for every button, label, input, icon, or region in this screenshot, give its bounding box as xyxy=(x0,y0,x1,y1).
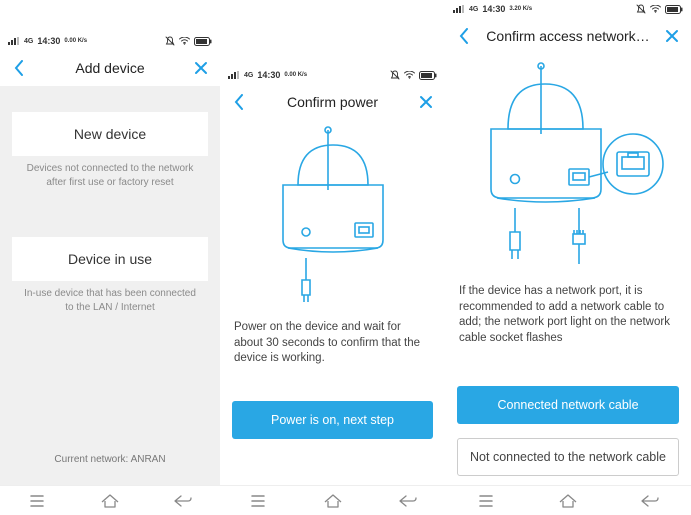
close-button[interactable] xyxy=(417,95,435,109)
title-bar: Confirm access network… xyxy=(445,18,691,54)
status-time: 14:30 xyxy=(482,4,505,14)
status-bar: 4G 14:30 0.00 K/s xyxy=(0,32,220,50)
android-navbar xyxy=(220,485,445,515)
data-rate: 0.00 K/s xyxy=(284,72,307,78)
back-button[interactable] xyxy=(10,60,28,76)
battery-icon xyxy=(419,71,437,80)
connected-cable-button[interactable]: Connected network cable xyxy=(457,386,679,424)
back-button[interactable] xyxy=(455,28,473,44)
status-time: 14:30 xyxy=(37,36,60,46)
menu-icon[interactable] xyxy=(477,492,495,510)
new-device-hint: Devices not connected to the network aft… xyxy=(12,156,208,195)
home-icon[interactable] xyxy=(324,492,342,510)
alarm-off-icon xyxy=(636,4,646,14)
title-bar: Add device xyxy=(0,50,220,86)
android-navbar xyxy=(445,485,691,515)
power-on-next-button[interactable]: Power is on, next step xyxy=(232,401,433,439)
screen-add-device: 4G 14:30 0.00 K/s Add device New device xyxy=(0,0,220,515)
screen-confirm-power: 4G 14:30 0.00 K/s Confirm power xyxy=(220,0,445,515)
camera-network-illustration xyxy=(457,54,679,274)
network-type: 4G xyxy=(24,38,33,45)
wifi-icon xyxy=(650,5,661,13)
status-bar: 4G 14:30 3.20 K/s xyxy=(445,0,691,18)
wifi-icon xyxy=(179,37,190,45)
back-nav-icon[interactable] xyxy=(399,492,417,510)
home-icon[interactable] xyxy=(559,492,577,510)
back-button[interactable] xyxy=(230,94,248,110)
description-text: Power on the device and wait for about 3… xyxy=(232,310,433,367)
menu-icon[interactable] xyxy=(28,492,46,510)
signal-icon xyxy=(453,5,465,13)
status-time: 14:30 xyxy=(257,70,280,80)
back-nav-icon[interactable] xyxy=(641,492,659,510)
not-connected-cable-button[interactable]: Not connected to the network cable xyxy=(457,438,679,476)
page-title: Confirm power xyxy=(220,94,445,110)
close-button[interactable] xyxy=(663,29,681,43)
battery-icon xyxy=(194,37,212,46)
signal-icon xyxy=(8,37,20,45)
menu-icon[interactable] xyxy=(249,492,267,510)
camera-illustration xyxy=(232,120,433,310)
data-rate: 0.00 K/s xyxy=(64,38,87,44)
network-type: 4G xyxy=(469,6,478,13)
current-network-label: Current network: ANRAN xyxy=(54,454,165,465)
close-button[interactable] xyxy=(192,61,210,75)
page-title: Confirm access network… xyxy=(445,28,691,44)
data-rate: 3.20 K/s xyxy=(509,6,532,12)
network-type: 4G xyxy=(244,72,253,79)
device-in-use-hint: In-use device that has been connected to… xyxy=(12,281,208,320)
body: If the device has a network port, it is … xyxy=(445,54,691,485)
back-nav-icon[interactable] xyxy=(174,492,192,510)
description-text: If the device has a network port, it is … xyxy=(457,274,679,346)
home-icon[interactable] xyxy=(101,492,119,510)
signal-icon xyxy=(228,71,240,79)
page-title: Add device xyxy=(0,60,220,76)
body: Power on the device and wait for about 3… xyxy=(220,120,445,485)
alarm-off-icon xyxy=(165,36,175,46)
android-navbar xyxy=(0,485,220,515)
screen-confirm-network: 4G 14:30 3.20 K/s Confirm access network… xyxy=(445,0,691,515)
title-bar: Confirm power xyxy=(220,84,445,120)
new-device-button[interactable]: New device xyxy=(12,112,208,156)
battery-icon xyxy=(665,5,683,14)
device-in-use-button[interactable]: Device in use xyxy=(12,237,208,281)
alarm-off-icon xyxy=(390,70,400,80)
body: New device Devices not connected to the … xyxy=(0,86,220,485)
wifi-icon xyxy=(404,71,415,79)
status-bar: 4G 14:30 0.00 K/s xyxy=(220,66,445,84)
